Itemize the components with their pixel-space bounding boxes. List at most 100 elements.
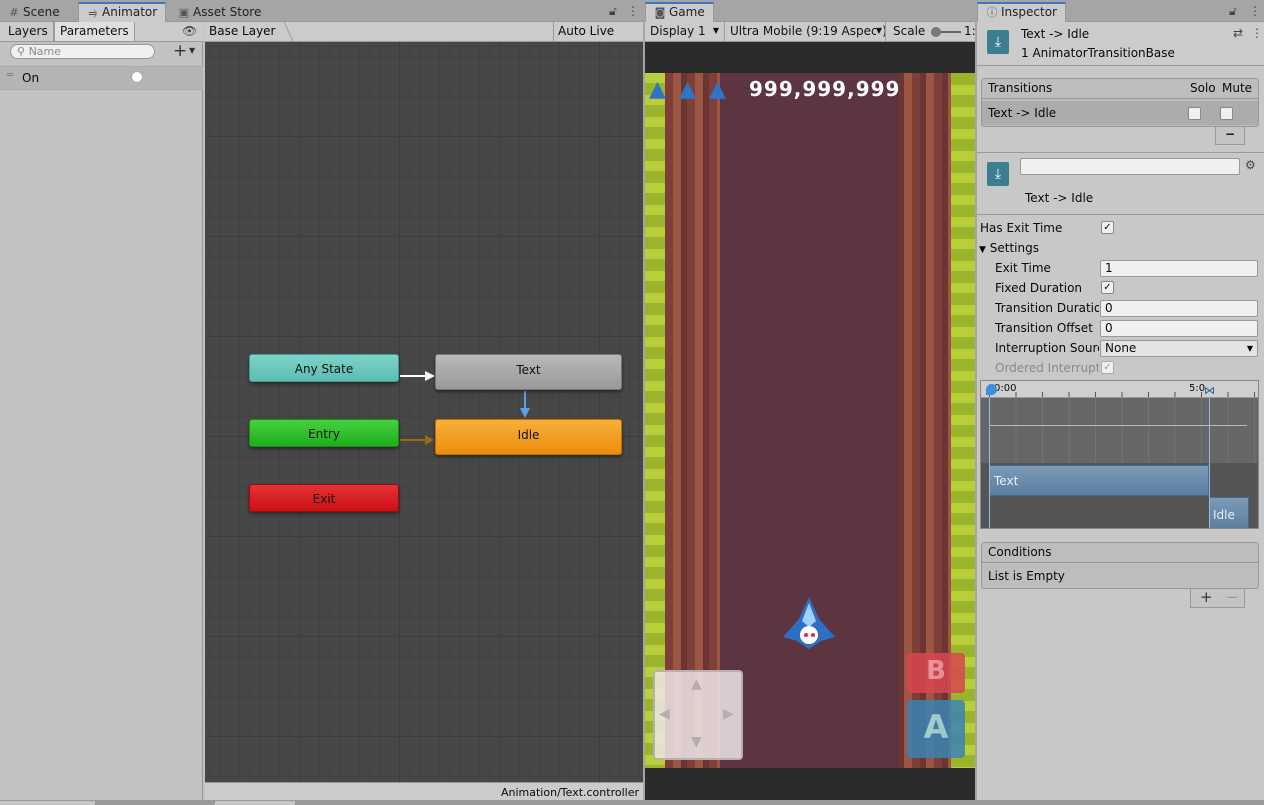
tab-asset-store[interactable]: ▣ Asset Store [170, 2, 269, 22]
has-exit-time-checkbox[interactable]: ✓ [1101, 221, 1114, 234]
info-icon: ⓘ [986, 6, 998, 19]
any-state-to-text-arrowhead [425, 371, 435, 381]
inspector-subtitle: 1 AnimatorTransitionBase [1021, 46, 1175, 60]
gamepad-icon: ◙ [654, 6, 666, 19]
scene-grid-icon: # [9, 6, 19, 19]
transition-duration-field[interactable]: 0 [1100, 300, 1258, 317]
transition-name-field[interactable] [1020, 158, 1240, 175]
dpad-control[interactable]: ▲ ◀ ▶ ▼ [653, 670, 743, 760]
tab-animator[interactable]: ⥤ Animator [78, 2, 167, 22]
exit-time-field[interactable]: 1 [1100, 260, 1258, 277]
separator [977, 152, 1264, 153]
dpad-right-icon[interactable]: ▶ [723, 706, 734, 722]
interruption-source-label: Interruption Source [995, 341, 1099, 355]
remove-transition-button[interactable]: − [1215, 127, 1245, 145]
parameter-search[interactable]: ⚲ Name [10, 44, 155, 59]
dirt-left [665, 73, 720, 768]
timeline-clip-to[interactable]: Idle [1209, 497, 1249, 528]
parameter-row[interactable]: ═ On [0, 66, 203, 90]
tab-layers[interactable]: Layers [3, 22, 54, 41]
parameter-name: On [22, 71, 40, 85]
inspector-window: ⓘ Inspector 🔓︎ ⋮ ⤓ Text -> Idle 1 Animato… [977, 0, 1264, 805]
transition-list-item[interactable]: Text -> Idle [982, 101, 1258, 125]
add-condition-icon[interactable]: + [1200, 588, 1213, 606]
exit-node[interactable]: Exit [249, 484, 399, 512]
breadcrumb[interactable]: Base Layer [209, 24, 276, 38]
lock-icon[interactable]: 🔓︎ [609, 4, 617, 19]
aspect-dropdown[interactable]: Ultra Mobile (9:19 Aspect) ▼ [725, 22, 886, 41]
timeline-end-line [1209, 398, 1210, 528]
timeline-clip-from[interactable]: Text [989, 465, 1209, 496]
preset-icon[interactable]: ⇄ [1233, 26, 1243, 40]
inspector-header: ⤓ Text -> Idle 1 AnimatorTransitionBase … [977, 22, 1264, 66]
tab-parameters[interactable]: Parameters [54, 22, 135, 41]
tab-game[interactable]: ◙ Game [645, 2, 714, 22]
dpad-up-icon[interactable]: ▲ [691, 676, 702, 692]
bottom-tab[interactable] [215, 801, 295, 805]
transition-offset-label: Transition Offset [995, 321, 1093, 335]
transition-item-label: Text -> Idle [988, 106, 1057, 120]
road [720, 73, 898, 768]
remove-condition-icon[interactable]: − [1226, 588, 1239, 606]
score-text: 999,999,999 [749, 77, 901, 101]
fixed-duration-checkbox[interactable]: ✓ [1101, 281, 1114, 294]
transition-offset-field[interactable]: 0 [1100, 320, 1258, 337]
entry-node[interactable]: Entry [249, 419, 399, 447]
tab-scene[interactable]: # Scene [0, 2, 68, 22]
eye-icon[interactable]: 👁︎ [182, 24, 197, 38]
dpad-left-icon[interactable]: ◀ [659, 706, 670, 722]
mute-checkbox[interactable] [1220, 107, 1233, 120]
idle-state-node[interactable]: Idle [435, 419, 622, 455]
add-parameter-icon[interactable]: + [173, 41, 187, 61]
transitions-header-label: Transitions [988, 81, 1053, 95]
fixed-duration-label: Fixed Duration [995, 281, 1083, 295]
drag-handle-icon[interactable]: ═ [7, 70, 13, 81]
auto-live-link-button[interactable]: Auto Live Link [553, 22, 643, 56]
lock-icon[interactable]: 🔓︎ [1229, 4, 1237, 19]
animator-tabbar: # Scene ⥤ Animator ▣ Asset Store 🔓︎ ⋮ [0, 0, 643, 22]
conditions-header: Conditions [982, 543, 1258, 563]
text-state-node[interactable]: Text [435, 354, 622, 390]
timeline-upper-area [981, 398, 1258, 463]
parameters-sidebar: Layers Parameters 👁︎ ⚲ Name + ▼ ═ On [0, 22, 203, 805]
sidebar-tabs: Layers Parameters 👁︎ [0, 22, 203, 42]
game-view[interactable]: ▲ ▲ ▲ 999,999,999 ▲ ◀ ▶ ▼ B A [645, 73, 975, 768]
parameter-bool-toggle[interactable] [131, 71, 143, 83]
lives-indicator: ▲ ▲ ▲ [649, 77, 741, 107]
settings-foldout[interactable]: ▼ Settings [979, 238, 1039, 258]
graph-toolbar: Base Layer Auto Live Link [204, 22, 643, 56]
timeline-end-marker-icon[interactable]: ⋈ [1204, 384, 1215, 397]
ship-life-icon: ▲ [709, 77, 726, 102]
clip-from-label: Text [994, 474, 1019, 488]
dpad-down-icon[interactable]: ▼ [691, 734, 702, 750]
state-machine-graph[interactable]: Any State Text Entry Idle Exit [205, 42, 643, 782]
transition-caption: Text -> Idle [1025, 191, 1094, 205]
any-state-node[interactable]: Any State [249, 354, 399, 382]
scale-label: Scale [893, 24, 926, 38]
entry-to-idle-arrowhead [425, 435, 434, 445]
tab-inspector[interactable]: ⓘ Inspector [977, 2, 1066, 22]
game-tabbar: ◙ Game [645, 0, 975, 22]
mute-header: Mute [1222, 81, 1253, 95]
conditions-empty: List is Empty [988, 569, 1065, 583]
animator-icon: ⥤ [88, 6, 98, 19]
button-a[interactable]: A [907, 700, 965, 758]
more-menu-icon[interactable]: ⋮ [1251, 26, 1263, 40]
more-menu-icon[interactable]: ⋮ [1249, 4, 1261, 18]
bottom-tab[interactable] [0, 801, 95, 805]
gear-icon[interactable]: ⚙ [1245, 158, 1256, 172]
button-b[interactable]: B [907, 653, 965, 693]
foldout-triangle-icon: ▼ [979, 245, 986, 255]
scale-slider[interactable] [931, 27, 961, 37]
chevron-down-icon[interactable]: ▼ [189, 46, 195, 55]
transition-timeline[interactable]: 0:00 5:0 ⋈ Text Idle [980, 380, 1259, 529]
interruption-source-dropdown[interactable]: None ▼ [1100, 340, 1258, 357]
bottom-tab-strip [0, 800, 1264, 805]
timeline-start-marker-icon[interactable] [986, 384, 997, 395]
solo-checkbox[interactable] [1188, 107, 1201, 120]
display-dropdown[interactable]: Display 1 ▼ [645, 22, 725, 41]
breadcrumb-chevron-icon [274, 22, 294, 41]
clip-to-label: Idle [1213, 508, 1235, 522]
more-menu-icon[interactable]: ⋮ [627, 4, 639, 18]
scale-slider-thumb[interactable] [931, 27, 941, 37]
